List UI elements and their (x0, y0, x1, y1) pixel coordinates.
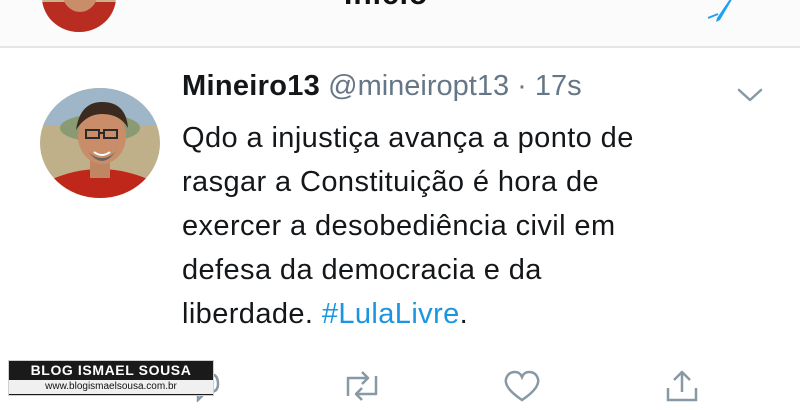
author-avatar[interactable] (40, 88, 160, 198)
tweet-text-line: exercer a desobediência civil em (182, 210, 616, 242)
like-icon[interactable] (502, 370, 542, 402)
author-name[interactable]: Mineiro13 (182, 70, 320, 102)
profile-avatar-icon[interactable] (42, 0, 116, 32)
tweet-text: Qdo a injustiça avança a ponto de rasgar… (182, 116, 782, 336)
author-handle[interactable]: @mineiropt13 (328, 70, 509, 102)
page-title: Início (344, 0, 428, 12)
header-separator: · (517, 70, 527, 102)
tweet-text-end: . (459, 298, 469, 330)
tweet-text-line: Qdo a injustiça avança a ponto de (182, 122, 634, 154)
watermark-url: www.blogismaelsousa.com.br (9, 380, 213, 394)
retweet-icon[interactable] (340, 370, 384, 402)
watermark-title: BLOG ISMAEL SOUSA (30, 362, 192, 378)
tweet-text-fragment: liberdade. (182, 298, 314, 330)
tweet-text-line: rasgar a Constituição é hora de (182, 166, 600, 198)
tweet-text-line: liberdade. #LulaLivre. (182, 292, 782, 336)
tweet-text-line: defesa da democracia e da (182, 254, 542, 286)
share-icon[interactable] (664, 370, 700, 402)
feather-compose-icon[interactable] (704, 0, 738, 22)
tweet-timestamp[interactable]: 17s (535, 70, 582, 102)
top-navigation-bar: Início (0, 0, 800, 48)
blog-watermark: BLOG ISMAEL SOUSA www.blogismaelsousa.co… (8, 360, 214, 396)
hashtag-link[interactable]: #LulaLivre (322, 298, 460, 330)
tweet-header: Mineiro13 @mineiropt13 · 17s (182, 70, 582, 103)
chevron-down-icon[interactable] (736, 86, 764, 104)
